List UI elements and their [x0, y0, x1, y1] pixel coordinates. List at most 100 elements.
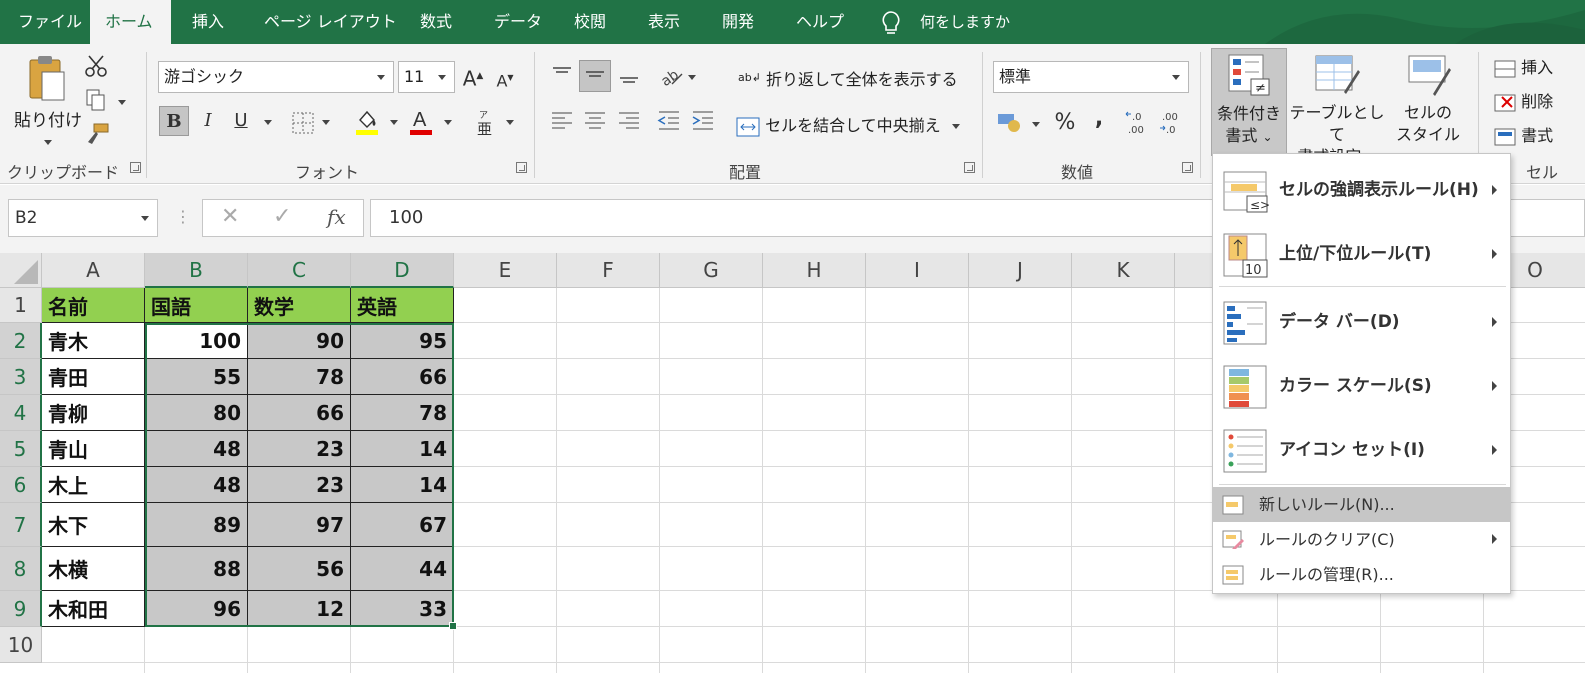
cell-b7[interactable]: 89: [145, 503, 248, 547]
cell-d8[interactable]: 44: [351, 547, 454, 591]
cell-a7[interactable]: 木下: [42, 503, 145, 547]
tab-page-layout[interactable]: ページ レイアウト: [250, 0, 411, 44]
cell-b4[interactable]: 80: [145, 395, 248, 431]
cell-a3[interactable]: 青田: [42, 359, 145, 395]
menu-item-top-bottom-rules[interactable]: 10 上位/下位ルール(T): [1213, 222, 1510, 286]
row-header-8[interactable]: 8: [0, 547, 42, 591]
cell-b8[interactable]: 88: [145, 547, 248, 591]
align-top-icon[interactable]: [549, 62, 575, 88]
font-name-combo[interactable]: 游ゴシック: [158, 61, 394, 93]
tab-data[interactable]: データ: [480, 0, 556, 44]
header-cell-a[interactable]: 名前: [42, 288, 145, 323]
column-header-e[interactable]: E: [454, 253, 557, 288]
cell-d5[interactable]: 14: [351, 431, 454, 467]
row-header-2[interactable]: 2: [0, 323, 42, 359]
font-color-icon[interactable]: A: [408, 108, 434, 136]
cell-b2[interactable]: 100: [145, 323, 248, 359]
format-cells-button[interactable]: 書式: [1494, 122, 1553, 147]
cell-d3[interactable]: 66: [351, 359, 454, 395]
menu-item-data-bars[interactable]: データ バー(D): [1213, 290, 1510, 354]
row-header-9[interactable]: 9: [0, 591, 42, 627]
column-header-c[interactable]: C: [248, 253, 351, 288]
column-header-j[interactable]: J: [969, 253, 1072, 288]
wrap-text-button[interactable]: ab↲ 折り返して全体を表示する: [738, 66, 958, 90]
name-box[interactable]: B2: [8, 199, 158, 237]
menu-item-manage-rules[interactable]: ルールの管理(R)...: [1213, 557, 1510, 592]
font-size-combo[interactable]: 11: [398, 61, 455, 93]
tab-view[interactable]: 表示: [634, 0, 694, 44]
copy-icon[interactable]: [84, 88, 108, 112]
cell-b3[interactable]: 55: [145, 359, 248, 395]
underline-button[interactable]: U: [226, 106, 256, 136]
borders-icon[interactable]: [292, 112, 314, 134]
header-cell-b[interactable]: 国語: [145, 288, 248, 323]
number-format-combo[interactable]: 標準: [993, 61, 1189, 93]
cell-c5[interactable]: 23: [248, 431, 351, 467]
row-header-10[interactable]: 10: [0, 627, 42, 663]
format-as-table-button[interactable]: テーブルとして 書式設定 ⌄: [1288, 48, 1386, 166]
select-all-corner[interactable]: [0, 253, 42, 288]
menu-item-color-scales[interactable]: カラー スケール(S): [1213, 354, 1510, 418]
header-cell-d[interactable]: 英語: [351, 288, 454, 323]
insert-function-icon[interactable]: fx: [327, 205, 346, 229]
row-header-1[interactable]: 1: [0, 288, 42, 323]
increase-decimal-icon[interactable]: .0.00: [1124, 108, 1152, 136]
cell-a4[interactable]: 青柳: [42, 395, 145, 431]
cell-styles-button[interactable]: セルの スタイル ⌄: [1390, 48, 1466, 165]
cell-d4[interactable]: 78: [351, 395, 454, 431]
align-bottom-icon[interactable]: [616, 62, 642, 88]
align-middle-button[interactable]: [579, 60, 611, 92]
cell-c2[interactable]: 90: [248, 323, 351, 359]
column-header-b[interactable]: B: [145, 253, 248, 288]
tab-insert[interactable]: 挿入: [178, 0, 238, 44]
align-right-icon[interactable]: [616, 108, 642, 134]
alignment-launcher[interactable]: [964, 162, 975, 173]
cell-b9[interactable]: 96: [145, 591, 248, 627]
cell-b5[interactable]: 48: [145, 431, 248, 467]
currency-format-icon[interactable]: [996, 110, 1024, 134]
row-header-3[interactable]: 3: [0, 359, 42, 395]
merge-center-button[interactable]: セルを結合して中央揃え: [736, 112, 941, 138]
tab-help[interactable]: ヘルプ: [782, 0, 858, 44]
cell-c9[interactable]: 12: [248, 591, 351, 627]
format-painter-icon[interactable]: [84, 122, 110, 146]
fill-color-icon[interactable]: [354, 108, 380, 136]
cell-d2[interactable]: 95: [351, 323, 454, 359]
cell-d6[interactable]: 14: [351, 467, 454, 503]
menu-item-clear-rules[interactable]: ルールのクリア(C): [1213, 522, 1510, 557]
cell-a2[interactable]: 青木: [42, 323, 145, 359]
shrink-font-button[interactable]: A▼: [490, 63, 520, 93]
column-header-a[interactable]: A: [42, 253, 145, 288]
align-left-icon[interactable]: [549, 108, 575, 134]
column-header-h[interactable]: H: [763, 253, 866, 288]
cancel-icon[interactable]: ✕: [221, 204, 239, 229]
cell-a8[interactable]: 木横: [42, 547, 145, 591]
cell-d7[interactable]: 67: [351, 503, 454, 547]
row-header-6[interactable]: 6: [0, 467, 42, 503]
number-launcher[interactable]: [1182, 162, 1193, 173]
phonetic-icon[interactable]: ア亜: [474, 108, 498, 136]
menu-item-icon-sets[interactable]: アイコン セット(I): [1213, 418, 1510, 482]
cell-d9[interactable]: 33: [351, 591, 454, 627]
header-cell-c[interactable]: 数学: [248, 288, 351, 323]
enter-icon[interactable]: ✓: [273, 204, 291, 229]
percent-style-button[interactable]: %: [1050, 108, 1080, 138]
italic-button[interactable]: I: [193, 106, 223, 136]
column-header-k[interactable]: K: [1072, 253, 1175, 288]
align-center-icon[interactable]: [582, 108, 608, 134]
cell-a9[interactable]: 木和田: [42, 591, 145, 627]
cell-b6[interactable]: 48: [145, 467, 248, 503]
font-launcher[interactable]: [516, 162, 527, 173]
menu-item-new-rule[interactable]: 新しいルール(N)...: [1213, 487, 1510, 522]
cell-a6[interactable]: 木上: [42, 467, 145, 503]
comma-style-button[interactable]: ,: [1084, 104, 1114, 134]
tab-review[interactable]: 校閲: [560, 0, 620, 44]
column-header-i[interactable]: I: [866, 253, 969, 288]
cell-a5[interactable]: 青山: [42, 431, 145, 467]
column-header-f[interactable]: F: [557, 253, 660, 288]
cell-c4[interactable]: 66: [248, 395, 351, 431]
cut-icon[interactable]: [84, 54, 108, 78]
tab-developer[interactable]: 開発: [708, 0, 768, 44]
row-header-7[interactable]: 7: [0, 503, 42, 547]
paste-button[interactable]: 貼り付け: [14, 50, 82, 150]
